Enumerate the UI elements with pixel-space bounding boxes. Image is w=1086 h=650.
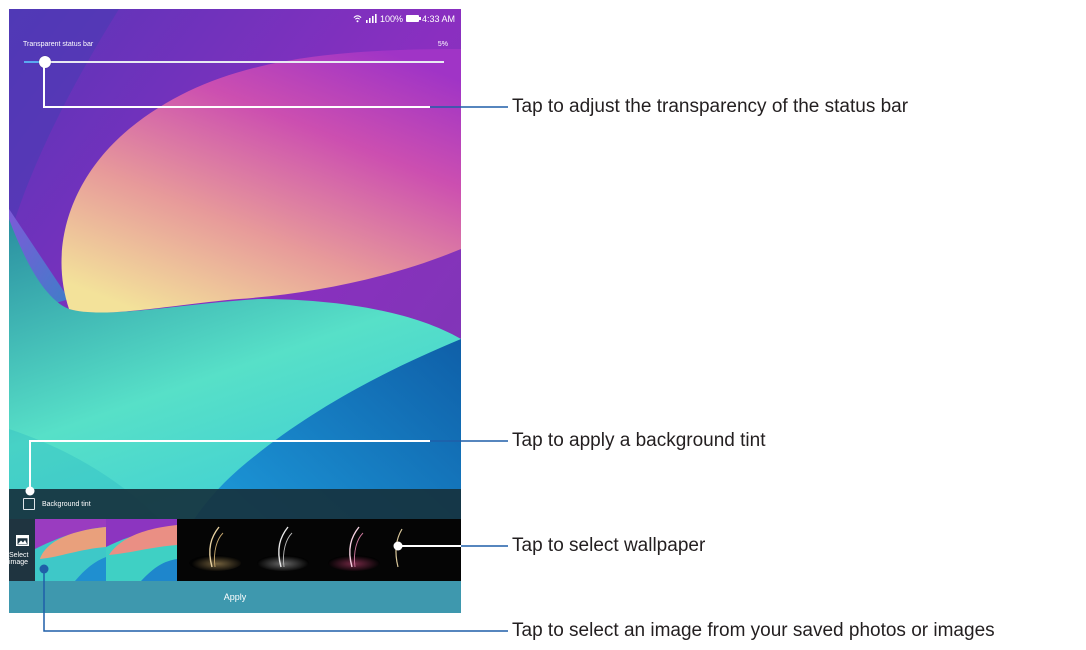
callout-tint-text: Tap to apply a background tint [512,430,766,451]
callout-transparency-text: Tap to adjust the transparency of the st… [512,96,909,117]
callout-line-select-image [43,569,508,632]
callout-dot-tint [25,486,35,496]
callout-dot-select-image [39,564,49,574]
callout-dot-transparency [39,57,49,67]
callout-dot-wallpaper [393,541,403,551]
callout-line-transparency-inner [43,62,430,108]
callout-select-image-text: Tap to select an image from your saved p… [512,620,995,641]
callout-line-tint-inner [29,440,430,491]
callout-wallpaper-text: Tap to select wallpaper [512,535,706,556]
